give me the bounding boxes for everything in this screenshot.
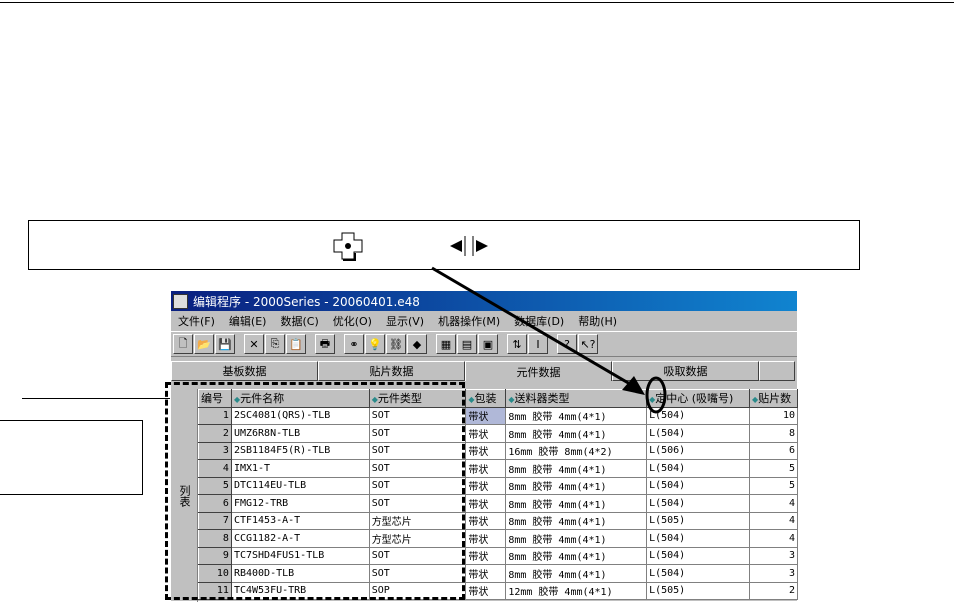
table-cell[interactable]: 12mm 胶带 4mm(4*1): [505, 581, 648, 600]
column-header[interactable]: ◆包装: [465, 389, 507, 408]
table-cell[interactable]: 5: [748, 476, 799, 495]
table-cell[interactable]: L(504): [646, 546, 750, 565]
menu-item[interactable]: 显示(V): [379, 313, 431, 329]
column-header[interactable]: ◆贴片数: [748, 389, 799, 408]
table-cell[interactable]: 带状: [465, 529, 507, 548]
menu-item[interactable]: 数据库(D): [507, 313, 571, 329]
table-cell[interactable]: 带状: [465, 476, 507, 495]
column-header[interactable]: ◆送料器类型: [505, 389, 648, 408]
table-cell[interactable]: 8mm 胶带 4mm(4*1): [505, 476, 648, 495]
table-cell[interactable]: L(504): [646, 494, 750, 513]
table-cell[interactable]: 6: [748, 441, 799, 460]
tab-1[interactable]: 贴片数据: [318, 361, 465, 381]
grid-icon[interactable]: ▦: [436, 334, 456, 354]
table-cell[interactable]: 5: [748, 459, 799, 478]
new-icon[interactable]: 🗋: [173, 334, 193, 354]
menu-item[interactable]: 帮助(H): [571, 313, 624, 329]
copy-icon[interactable]: ⎘: [265, 334, 285, 354]
table-cell[interactable]: L(504): [646, 459, 750, 478]
tab-bar: 基板数据 贴片数据 元件数据 吸取数据: [171, 361, 797, 381]
table-cell[interactable]: L(505): [646, 581, 750, 600]
table-cell[interactable]: 8mm 胶带 4mm(4*1): [505, 564, 648, 583]
table-cell[interactable]: 带状: [465, 511, 507, 530]
print-icon[interactable]: 🖶: [315, 334, 335, 354]
table-cell[interactable]: 8mm 胶带 4mm(4*1): [505, 529, 648, 548]
tab-3[interactable]: 吸取数据: [612, 361, 759, 381]
table-cell[interactable]: 带状: [465, 441, 507, 460]
table-cell[interactable]: 带状: [465, 406, 507, 425]
open-icon[interactable]: 📂: [194, 334, 214, 354]
title-bar: 编辑程序 - 2000Series - 20060401.e48: [171, 291, 797, 311]
idea-icon[interactable]: 💡: [365, 334, 385, 354]
table-cell[interactable]: 8mm 胶带 4mm(4*1): [505, 406, 648, 425]
swap-icon[interactable]: ⇅: [507, 334, 527, 354]
table-cell[interactable]: 带状: [465, 581, 507, 600]
shapes-icon[interactable]: ◆: [407, 334, 427, 354]
chip-icon[interactable]: ▤: [457, 334, 477, 354]
tab-2[interactable]: 元件数据: [465, 361, 612, 381]
table-cell[interactable]: 16mm 胶带 8mm(4*2): [505, 441, 648, 460]
table-cell[interactable]: 带状: [465, 546, 507, 565]
menu-bar: 文件(F) 编辑(E) 数据(C) 优化(O) 显示(V) 机器操作(M) 数据库(D) 帮助…: [171, 311, 797, 331]
column-label: 贴片数: [758, 392, 792, 406]
table-cell[interactable]: 10: [748, 406, 799, 425]
table-cell[interactable]: L(506): [646, 441, 750, 460]
table-cell[interactable]: 4: [748, 494, 799, 513]
split-arrows-icon: [450, 236, 488, 256]
table-cell[interactable]: L(505): [646, 511, 750, 530]
tab-0[interactable]: 基板数据: [171, 361, 318, 381]
table-cell[interactable]: L(504): [646, 424, 750, 443]
top-rule: [0, 2, 954, 3]
column-label: 包装: [474, 392, 497, 406]
table-cell[interactable]: 8mm 胶带 4mm(4*1): [505, 424, 648, 443]
menu-item[interactable]: 优化(O): [326, 313, 379, 329]
table-cell[interactable]: 3: [748, 546, 799, 565]
table-cell[interactable]: 8: [748, 424, 799, 443]
table-cell[interactable]: 4: [748, 511, 799, 530]
column-header[interactable]: ◆定中心 (吸嘴号): [646, 389, 750, 408]
find-icon[interactable]: ⚭: [344, 334, 364, 354]
table-cell[interactable]: 带状: [465, 564, 507, 583]
toolbar: 🗋 📂 💾 ✕ ⎘ 📋 🖶 ⚭ 💡 ⛓ ◆ ▦ ▤ ▣ ⇅ I? ↖?: [171, 331, 797, 357]
table-cell[interactable]: 带状: [465, 494, 507, 513]
table-cell[interactable]: 带状: [465, 424, 507, 443]
table-cell[interactable]: L(504): [646, 406, 750, 425]
cut-icon[interactable]: ✕: [244, 334, 264, 354]
menu-item[interactable]: 文件(F): [171, 313, 222, 329]
callout-box: [28, 220, 860, 270]
menu-item[interactable]: 编辑(E): [222, 313, 274, 329]
highlight-dashed-box: [165, 382, 465, 600]
table-cell[interactable]: 8mm 胶带 4mm(4*1): [505, 494, 648, 513]
window-title: 编辑程序 - 2000Series - 20060401.e48: [193, 294, 420, 309]
menu-item[interactable]: 数据(C): [273, 313, 325, 329]
table-cell[interactable]: 2: [748, 581, 799, 600]
center-plus-icon: [333, 232, 363, 261]
table-cell[interactable]: L(504): [646, 564, 750, 583]
context-help-icon[interactable]: ↖?: [578, 334, 598, 354]
column-icon[interactable]: I: [528, 334, 548, 354]
table-cell[interactable]: 4: [748, 529, 799, 548]
save-icon[interactable]: 💾: [215, 334, 235, 354]
box-icon[interactable]: ▣: [478, 334, 498, 354]
table-cell[interactable]: L(504): [646, 476, 750, 495]
label-box: [0, 420, 143, 495]
table-cell[interactable]: 8mm 胶带 4mm(4*1): [505, 459, 648, 478]
tab-extra[interactable]: [759, 361, 795, 381]
app-icon: [173, 293, 188, 309]
table-cell[interactable]: 8mm 胶带 4mm(4*1): [505, 511, 648, 530]
table-cell[interactable]: 8mm 胶带 4mm(4*1): [505, 546, 648, 565]
help-icon[interactable]: ?: [557, 334, 577, 354]
menu-item[interactable]: 机器操作(M): [431, 313, 507, 329]
table-cell[interactable]: L(504): [646, 529, 750, 548]
column-label: 定中心 (吸嘴号): [655, 392, 734, 406]
column-label: 送料器类型: [514, 392, 570, 406]
network-icon[interactable]: ⛓: [386, 334, 406, 354]
table-cell[interactable]: 3: [748, 564, 799, 583]
table-cell[interactable]: 带状: [465, 459, 507, 478]
paste-icon[interactable]: 📋: [286, 334, 306, 354]
